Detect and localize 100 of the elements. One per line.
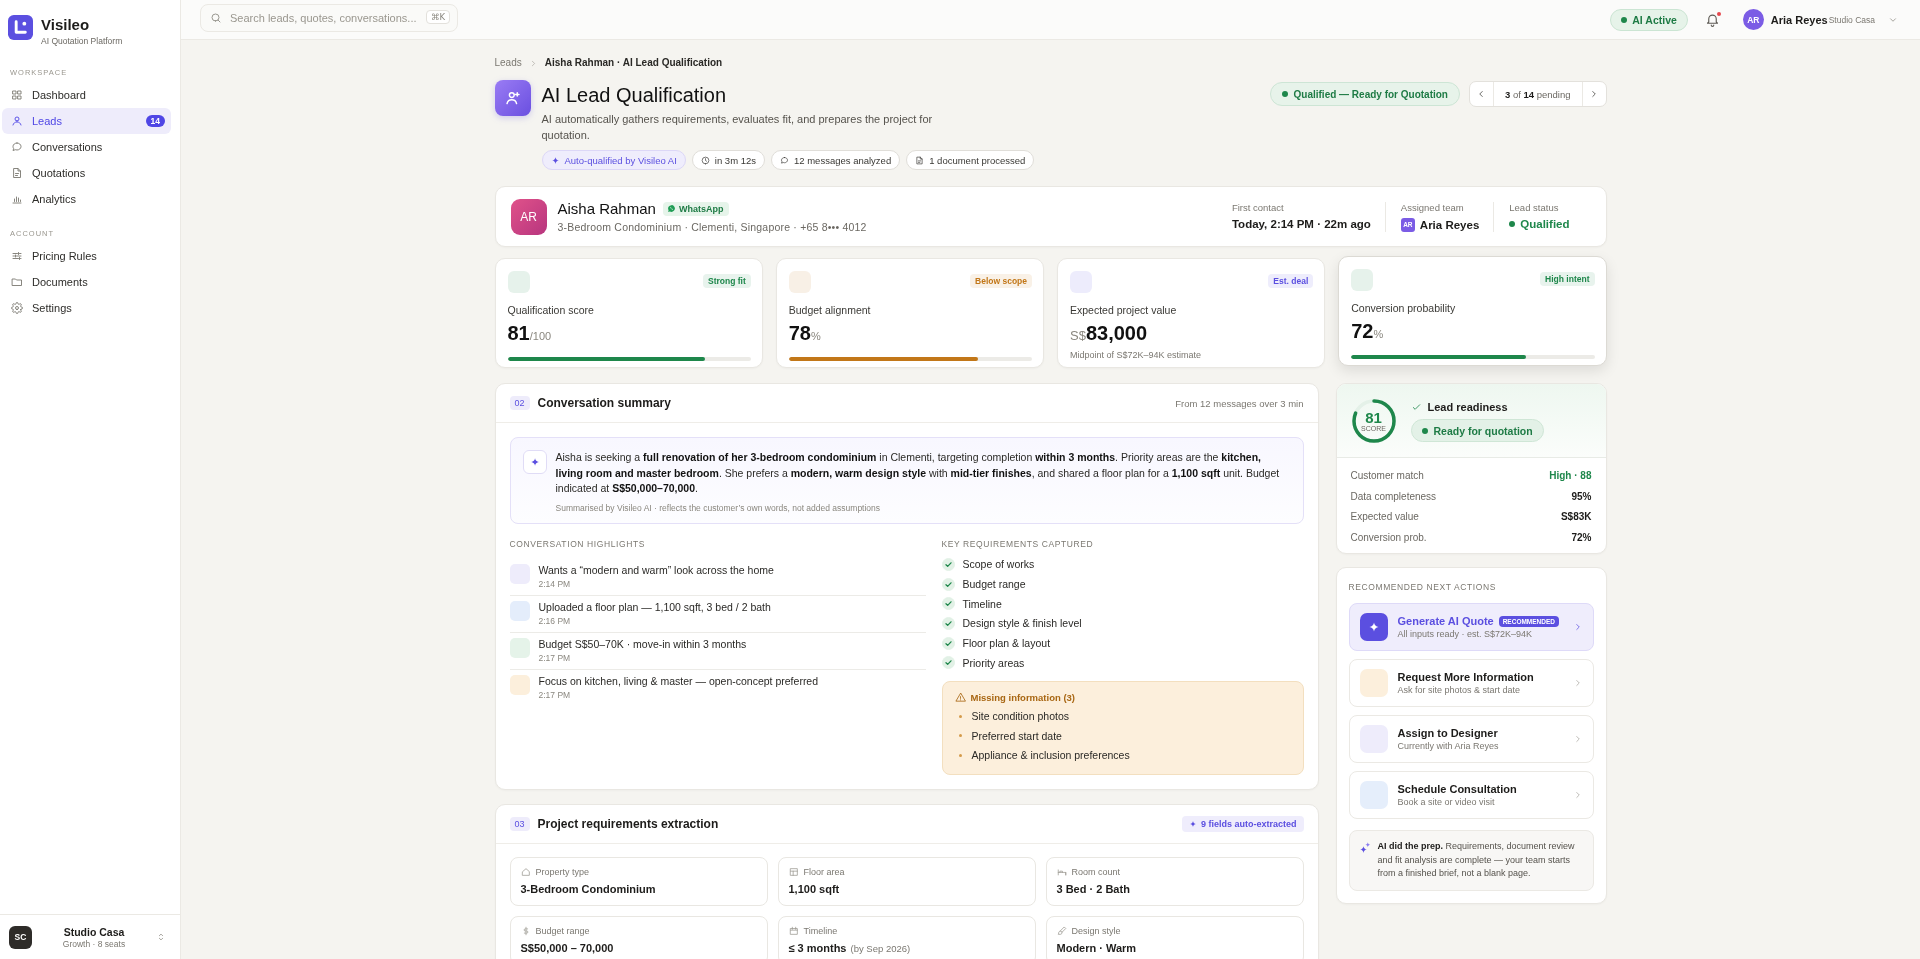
fact-label: Assigned team [1400,201,1465,213]
lead-name: Aisha Rahman [557,200,656,217]
add-user-icon [494,80,531,116]
workspace-avatar[interactable]: SC [9,925,32,949]
summary-text: Aisha is seeking a full renovation of her 3-bedroom condominium in Clementi, targeting completion within 3 months. Priority areas are the kitchen, living room and master bedroom. She prefers a modern, warm design style with mid-tier finishes, and shared a floor plan for a 1,100 sqft unit. Budget indicated at S$50,000–70,000. [555,450,1281,496]
highlight-time: 2:17 PM [538,688,572,701]
fact-value: Qualified [1520,217,1570,230]
highlight-time: 2:16 PM [538,614,572,627]
field-label: Property type [535,867,590,878]
score-value: 81 [1365,410,1382,425]
stat-value: S$83K [1560,511,1592,523]
clock-icon [700,155,710,165]
stat-value: High · 88 [1549,469,1592,481]
section-number: 02 [509,396,530,410]
tile-icon [507,271,530,293]
requirement-text: Timeline [962,597,1002,610]
highlight-text: Focus on kitchen, living & master — open-concept preferred [538,674,819,688]
bullet-icon [958,734,962,738]
chevron-right-icon [1589,89,1599,99]
action-subtitle: Currently with Aria Reyes [1397,741,1500,752]
nav-item[interactable]: Quotations [2,160,171,186]
chip-label: in 3m 12s [714,154,756,166]
nav-item[interactable]: Leads 14 [2,108,171,134]
field-value: S$50,000 – 70,000 [520,942,614,955]
brush-icon [1056,926,1067,937]
field-label: Timeline [803,926,838,937]
sparkle-icon [522,450,547,474]
status-tag: Est. deal [1268,274,1314,288]
chip-label: Auto-qualified by Visileo AI [564,154,677,166]
field-label: Design style [1071,926,1121,937]
nav-item[interactable]: Analytics [2,186,171,212]
status-label: Ready for quotation [1433,424,1533,437]
fact-value: Aria Reyes [1419,218,1480,231]
highlight-text: Budget S$50–70K · move-in within 3 months [538,637,747,651]
check-icon [1410,401,1422,413]
bar-chart-icon [11,193,23,205]
metric-value: 72% [1351,319,1385,344]
bullet-icon [958,714,962,718]
action-item[interactable]: Request More Information Ask for site photos & start date [1348,659,1594,708]
stat-value: 95% [1571,490,1592,502]
field-value: Modern · Warm [1056,942,1137,955]
metric-value: 78% [788,321,822,346]
status-dot-icon [1281,91,1288,97]
nav-item[interactable]: Dashboard [2,82,171,108]
nav-item[interactable]: Conversations [2,134,171,160]
field-label: Room count [1071,867,1121,878]
sparkles-icon [1358,842,1371,855]
notifications-button[interactable] [1704,11,1721,28]
highlight-time: 2:17 PM [538,651,572,664]
house-icon [520,867,531,878]
nav-item[interactable]: Pricing Rules [2,243,171,269]
action-item[interactable]: Assign to Designer Currently with Aria Reyes [1348,715,1594,764]
missing-item: Preferred start date [971,729,1062,742]
tile-icon [1351,269,1374,291]
status-tag: Below scope [970,274,1032,288]
metric-label: Conversion probability [1351,302,1457,314]
phone-bubble-icon [666,204,676,213]
document-icon [11,167,23,179]
fact-value: Today, 2:14 PM · 22m ago [1231,217,1371,230]
pager-label: 3 of 14 pending [1503,88,1572,100]
grid-icon [11,89,23,101]
workspace-name: Studio Casa [62,925,126,938]
nav-item[interactable]: Documents [2,269,171,295]
requirement-text: Priority areas [962,656,1025,669]
action-item[interactable]: Schedule Consultation Book a site or video visit [1348,771,1594,820]
brand-name: Visileo [41,16,91,34]
stat-label: Customer match [1350,469,1424,481]
list-heading: KEY REQUIREMENTS CAPTURED [941,537,1095,550]
metric-label: Budget alignment [788,304,872,316]
extracted-label: 9 fields auto-extracted [1200,819,1297,830]
count-badge: 14 [145,115,165,127]
section-number: 03 [509,817,530,832]
bullet-icon [958,753,962,757]
metric-label: Qualification score [507,304,595,316]
action-subtitle: All inputs ready · est. S$72K–94K [1397,629,1534,640]
action-subtitle: Book a site or video visit [1397,797,1496,808]
breadcrumb-link[interactable]: Leads [494,57,522,69]
fact-label: Lead status [1509,201,1560,213]
field-value: 3-Bedroom Condominium [520,883,656,896]
summary-caption: Summarised by Visileo AI · reflects the customer’s own words, not added assumptions [555,502,882,513]
stat-label: Expected value [1350,511,1419,523]
settings-icon [11,302,23,314]
card-title: Conversation summary [537,396,671,410]
chevron-up-down-icon[interactable] [156,932,166,942]
chip-label: 1 document processed [929,154,1026,166]
floor-plan-icon [788,867,799,878]
shortcut-key: ⌘K [425,10,450,24]
user-avatar[interactable]: AR [1742,9,1764,30]
warning-icon [954,691,966,703]
search-icon [210,12,222,24]
metric-value: S$83,000 [1070,321,1149,346]
sparkle-icon [1188,820,1197,829]
nav-item[interactable]: Settings [2,295,171,321]
page-title: AI Lead Qualification [541,83,728,107]
field-label: Floor area [803,867,845,878]
lead-details: 3-Bedroom Condominium · Clementi, Singapore · +65 8••• 4012 [557,221,867,233]
metric-value: 81/100 [507,321,553,346]
fact-label: First contact [1231,201,1285,213]
tile-icon [788,271,811,293]
list-heading: RECOMMENDED NEXT ACTIONS [1348,581,1497,594]
